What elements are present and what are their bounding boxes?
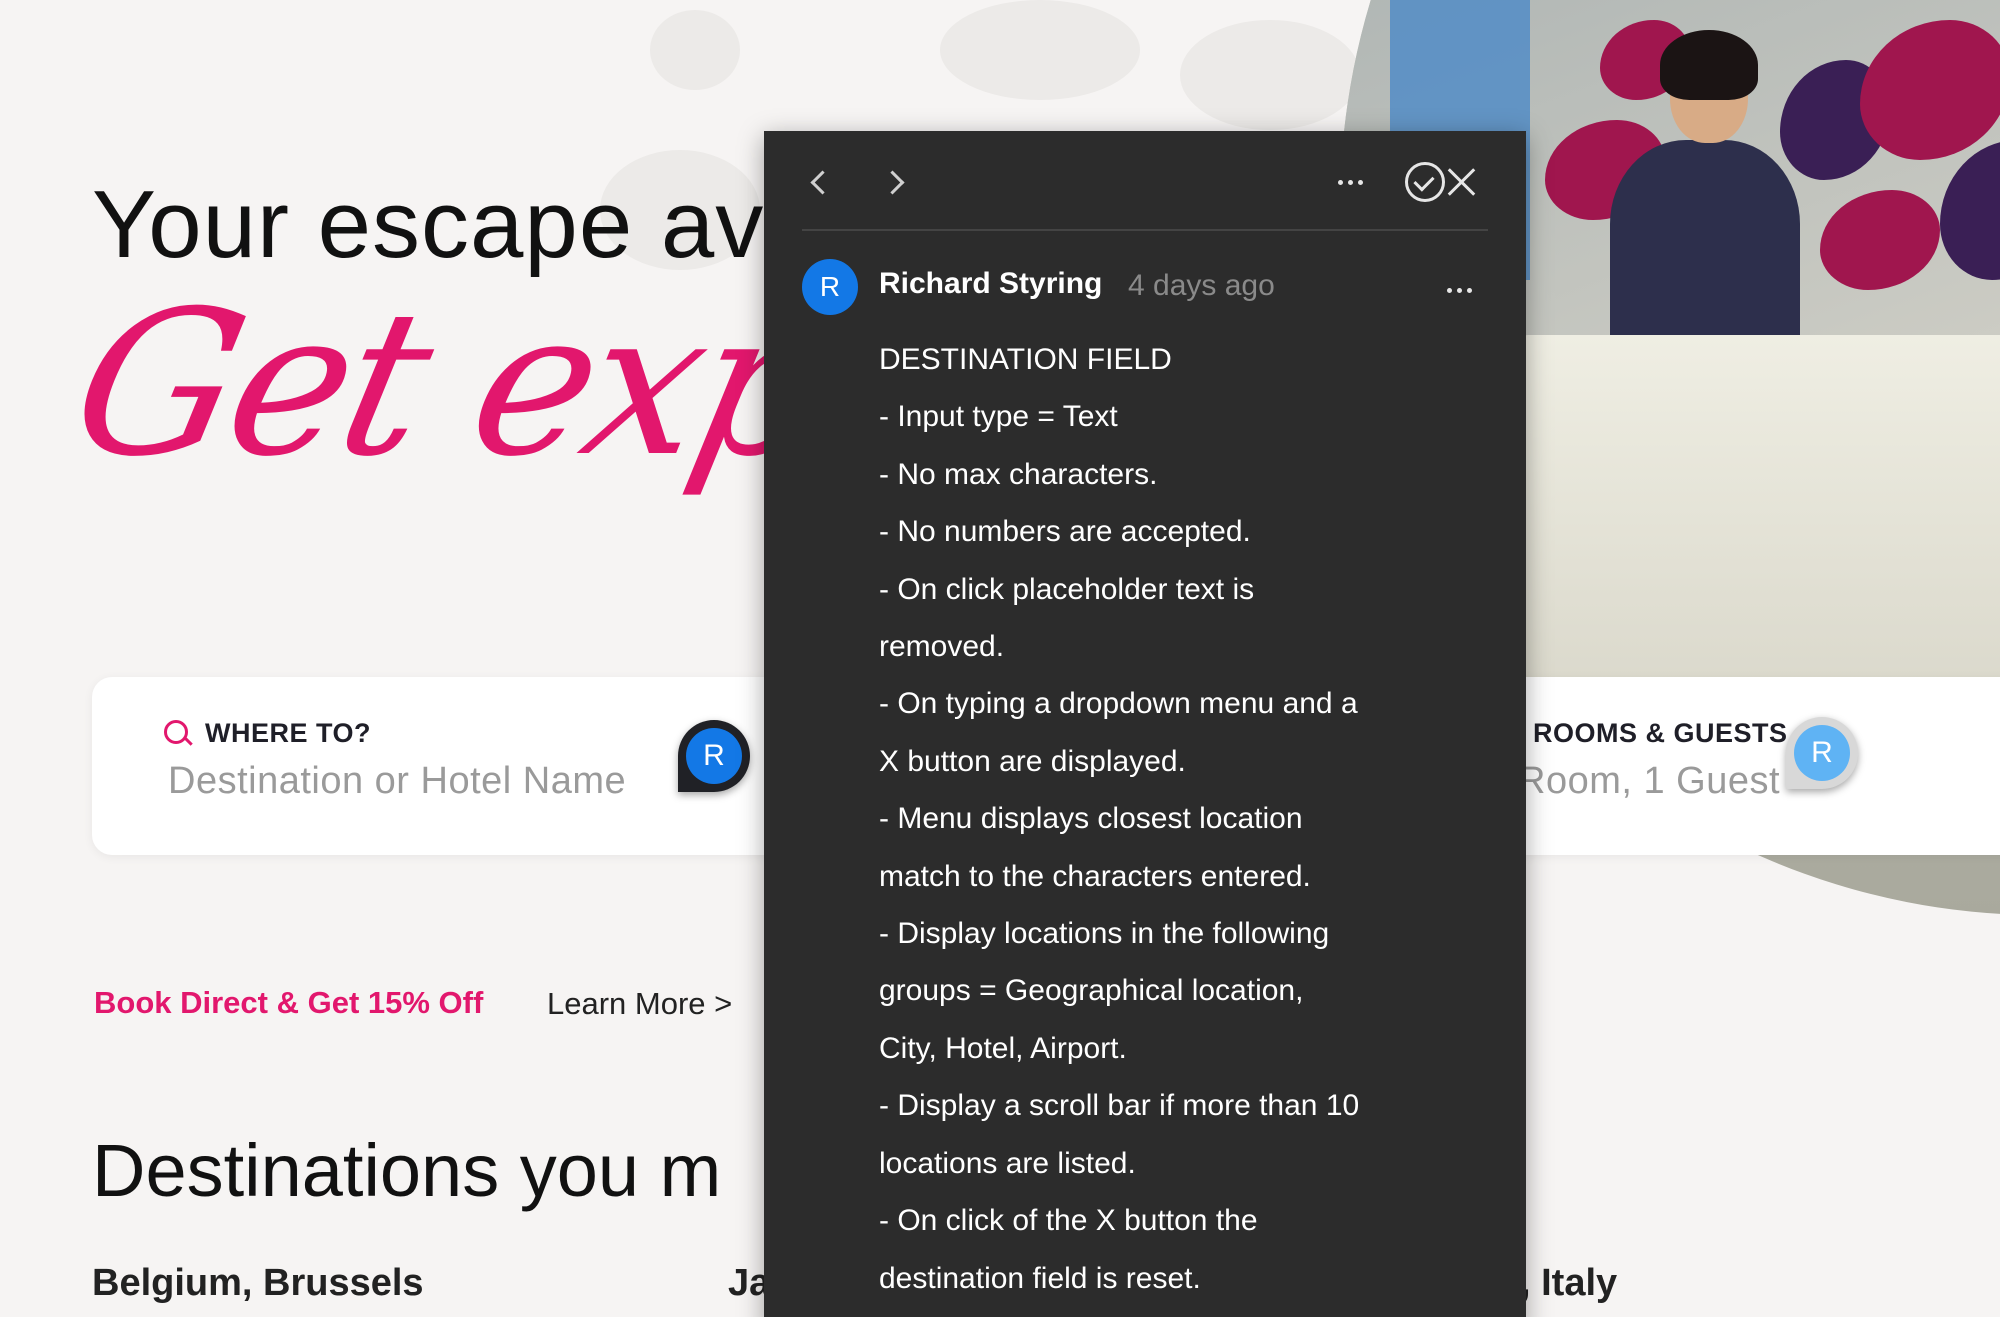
comment-line: - Display locations in the following [879,917,1330,951]
comment-author: Richard Styring [879,267,1103,300]
comment-line: - Input type = Text [879,400,1118,434]
comment-pin-initial: R [1794,725,1850,781]
comment-line: X button are displayed. [879,744,1186,778]
comment-line: locations are listed. [879,1146,1136,1180]
destination-field[interactable]: Destination or Hotel Name [168,760,626,803]
avatar: R [802,259,858,315]
comment-pin[interactable]: R [1786,717,1858,789]
comment-more-dots-icon[interactable] [1436,267,1482,313]
comment-line: - On click placeholder text is [879,572,1255,606]
comment-body: DESTINATION FIELD - Input type = Text - … [879,331,1439,1307]
photo-desk [1520,335,2000,735]
promo-text: Book Direct & Get 15% Off [94,985,484,1020]
comment-panel-toolbar [802,131,1488,231]
comment-line: - Menu displays closest location [879,802,1303,836]
photo-person-hair [1660,30,1758,100]
comment-line: - No numbers are accepted. [879,515,1251,549]
comment-line: City, Hotel, Airport. [879,1031,1127,1065]
background-blossom [1180,20,1360,130]
destination-city[interactable]: , Italy [1520,1262,1617,1305]
destinations-heading: Destinations you m [92,1129,722,1212]
comment-line: - On typing a dropdown menu and a [879,687,1358,721]
destination-label: WHERE TO? [205,718,371,748]
comment-line: groups = Geographical location, [879,974,1304,1008]
hero-title: Your escape av [92,171,765,278]
rooms-guests-label: ROOMS & GUESTS [1533,718,1788,748]
comment-timestamp: 4 days ago [1128,269,1275,302]
comment-pin-initial: R [686,728,742,784]
comment-line: - Display a scroll bar if more than 10 [879,1089,1360,1123]
close-icon[interactable] [1438,159,1484,205]
learn-more-link[interactable]: Learn More > [547,986,732,1022]
background-blossom [650,10,740,90]
comment-pin[interactable]: R [678,720,750,792]
photo-person-body [1610,140,1800,350]
comment-line: destination field is reset. [879,1261,1201,1295]
destination-city[interactable]: Belgium, Brussels [92,1262,424,1305]
chevron-left-icon[interactable] [796,159,842,205]
hotel-landing-page: Your escape av Get exploring WHERE TO? D… [0,0,2000,1317]
comment-line: DESTINATION FIELD [879,343,1172,376]
search-icon [164,720,188,744]
background-blossom [940,0,1140,100]
comment-line: match to the characters entered. [879,859,1311,893]
more-dots-icon[interactable] [1327,159,1373,205]
rooms-guests-field[interactable]: Room, 1 Guest [1518,760,1780,803]
chevron-right-icon[interactable] [872,159,918,205]
comment-line: - On click of the X button the [879,1204,1258,1238]
comment-panel: R Richard Styring 4 days ago DESTINATION… [764,131,1526,1317]
comment-line: removed. [879,630,1005,664]
comment-line: - No max characters. [879,457,1158,491]
